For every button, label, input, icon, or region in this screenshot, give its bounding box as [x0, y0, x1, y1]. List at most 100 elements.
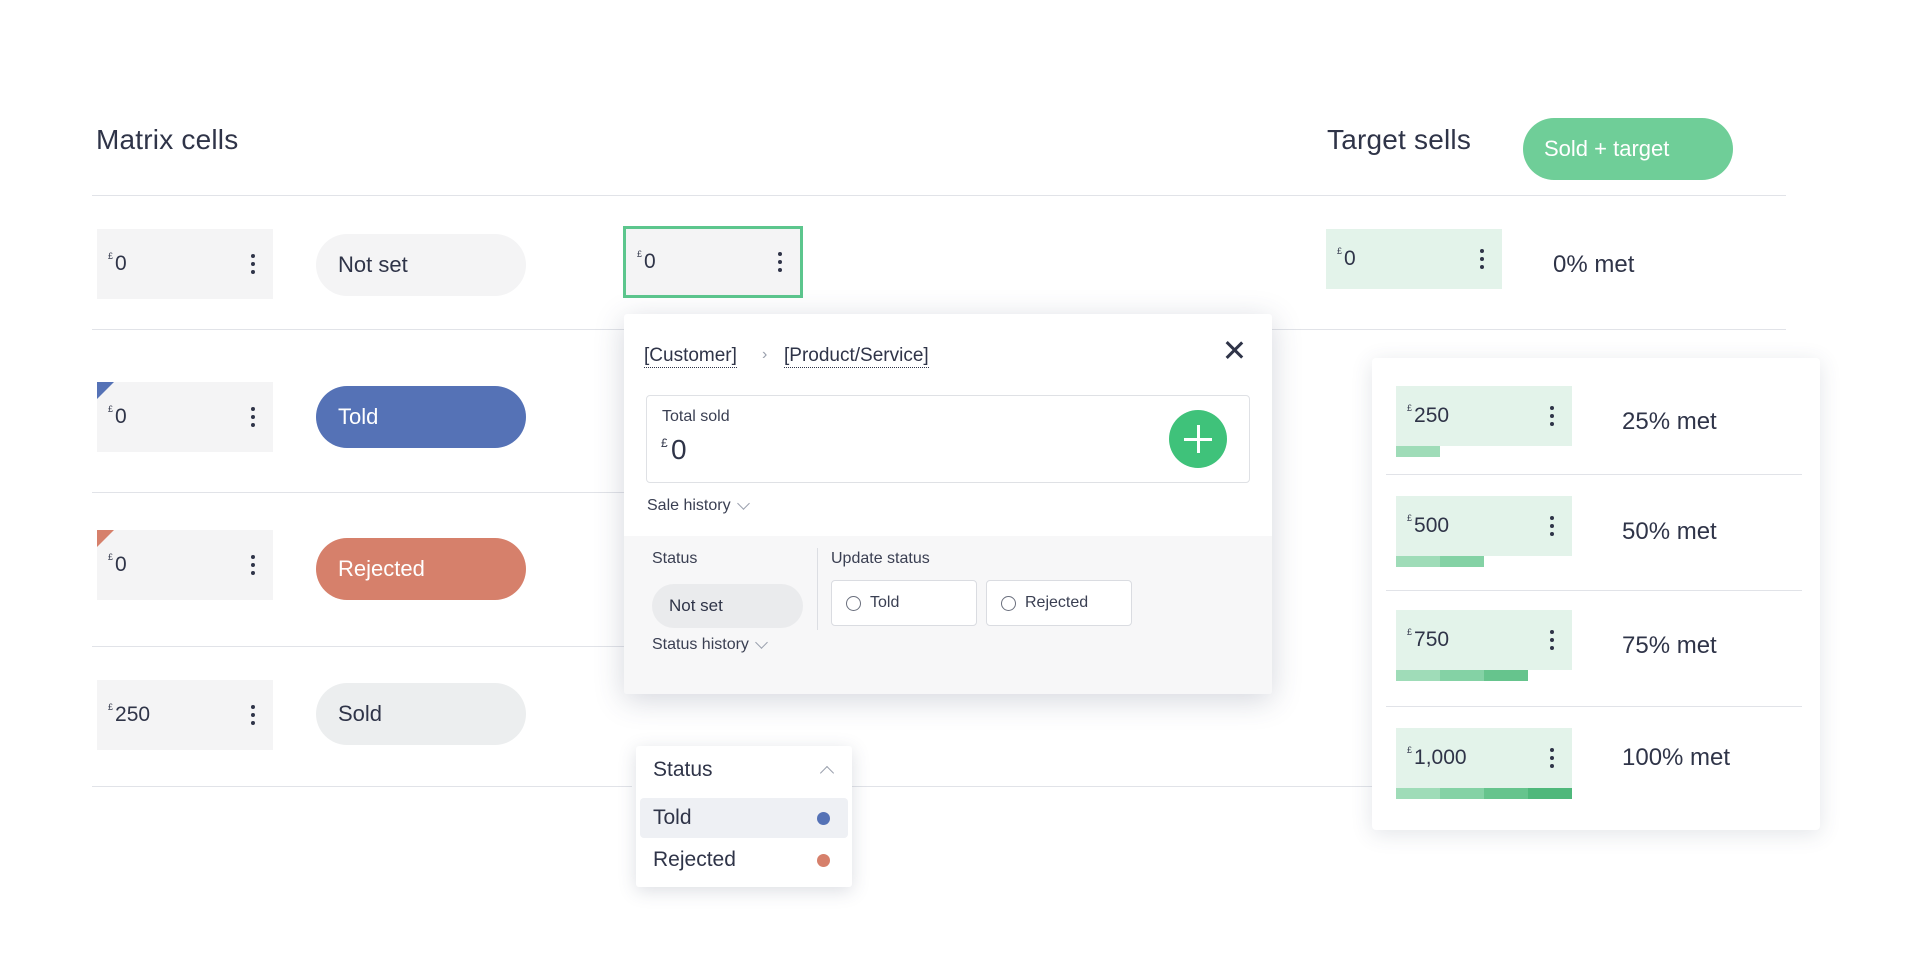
target-met-percent: 50% met — [1622, 518, 1717, 545]
target-value-cell[interactable]: £ 1,000 — [1396, 728, 1572, 788]
progress-segment — [1396, 670, 1440, 681]
divider — [92, 195, 1786, 196]
more-options-icon[interactable] — [251, 254, 255, 274]
progress-bar — [1396, 670, 1572, 681]
sale-history-toggle[interactable]: Sale history — [647, 497, 750, 515]
currency-symbol: £ — [1407, 745, 1413, 755]
chevron-up-icon[interactable] — [819, 765, 835, 781]
target-met-percent: 100% met — [1622, 744, 1731, 771]
status-option-label: Told — [870, 594, 900, 611]
matrix-value-cell[interactable]: £ 0 — [97, 530, 273, 600]
cell-value: 500 — [1414, 514, 1450, 537]
breadcrumb-chevron-icon: › — [762, 346, 768, 363]
cell-value: 0 — [115, 252, 127, 275]
dropdown-item-told[interactable]: Told — [640, 798, 848, 838]
currency-symbol: £ — [1407, 627, 1413, 637]
radio-icon — [1001, 595, 1016, 611]
sale-history-label: Sale history — [647, 497, 731, 514]
progress-segment — [1396, 446, 1440, 457]
more-options-icon[interactable] — [251, 705, 255, 725]
status-history-toggle[interactable]: Status history — [652, 636, 768, 654]
active-matrix-cell[interactable]: £ 0 — [623, 226, 803, 298]
progress-segment — [1528, 788, 1572, 799]
status-color-dot — [817, 854, 830, 867]
chevron-down-icon — [755, 636, 768, 649]
status-pill-told[interactable]: Told — [316, 386, 526, 448]
status-corner-marker — [97, 382, 114, 399]
target-value-cell[interactable]: £ 0 — [1326, 229, 1502, 289]
more-options-icon[interactable] — [778, 252, 782, 272]
status-option-label: Rejected — [1025, 594, 1089, 611]
sold-target-legend: Sold + target — [1523, 118, 1733, 180]
more-options-icon[interactable] — [1550, 748, 1554, 768]
cell-value: 0 — [115, 405, 127, 428]
currency-symbol: £ — [661, 436, 668, 450]
currency-symbol: £ — [108, 702, 114, 712]
target-met-percent: 0% met — [1553, 251, 1635, 278]
currency-symbol: £ — [108, 404, 114, 414]
more-options-icon[interactable] — [251, 555, 255, 575]
progress-bar — [1396, 788, 1572, 799]
target-value-cell[interactable]: £ 500 — [1396, 496, 1572, 556]
status-dropdown-label: Status — [653, 758, 713, 781]
status-option-told[interactable]: Told — [831, 580, 977, 626]
progress-segment — [1440, 670, 1484, 681]
matrix-value-cell[interactable]: £ 0 — [97, 229, 273, 299]
more-options-icon[interactable] — [1480, 249, 1484, 269]
progress-segment — [1484, 788, 1528, 799]
target-met-percent: 25% met — [1622, 408, 1717, 435]
currency-symbol: £ — [1407, 403, 1413, 413]
target-value-cell[interactable]: £ 750 — [1396, 610, 1572, 670]
target-met-percent: 75% met — [1622, 632, 1717, 659]
divider — [1386, 474, 1802, 475]
dropdown-item-label: Told — [653, 806, 692, 829]
status-option-rejected[interactable]: Rejected — [986, 580, 1132, 626]
progress-segment — [1396, 788, 1440, 799]
breadcrumb-product-service[interactable]: [Product/Service] — [784, 345, 929, 368]
progress-bar — [1396, 446, 1572, 457]
status-corner-marker — [97, 530, 114, 547]
add-sale-button[interactable] — [1169, 410, 1227, 468]
progress-segment — [1440, 556, 1484, 567]
cell-value: 750 — [1414, 628, 1450, 651]
currency-symbol: £ — [637, 249, 643, 259]
more-options-icon[interactable] — [1550, 630, 1554, 650]
status-pill-not-set[interactable]: Not set — [316, 234, 526, 296]
currency-symbol: £ — [108, 251, 114, 261]
total-sold-field[interactable]: Total sold £ 0 — [646, 395, 1250, 483]
status-pill-sold[interactable]: Sold — [316, 683, 526, 745]
current-status-pill: Not set — [652, 584, 803, 628]
total-sold-label: Total sold — [662, 408, 730, 425]
total-sold-value: 0 — [671, 434, 687, 465]
matrix-value-cell[interactable]: £ 0 — [97, 382, 273, 452]
matrix-value-cell[interactable]: £ 250 — [97, 680, 273, 750]
divider — [92, 646, 632, 647]
currency-symbol: £ — [1407, 513, 1413, 523]
close-icon[interactable] — [1222, 338, 1246, 362]
target-sells-heading: Target sells — [1327, 124, 1472, 155]
cell-value: 0 — [644, 250, 656, 273]
more-options-icon[interactable] — [251, 407, 255, 427]
breadcrumb-customer[interactable]: [Customer] — [644, 345, 737, 368]
status-history-label: Status history — [652, 636, 749, 653]
status-label: Status — [652, 550, 698, 567]
progress-segment — [1396, 556, 1440, 567]
status-pill-rejected[interactable]: Rejected — [316, 538, 526, 600]
more-options-icon[interactable] — [1550, 406, 1554, 426]
cell-detail-popover: [Customer] › [Product/Service] Total sol… — [624, 314, 1272, 694]
divider — [1386, 706, 1802, 707]
dropdown-item-rejected[interactable]: Rejected — [640, 840, 848, 880]
more-options-icon[interactable] — [1550, 516, 1554, 536]
matrix-cells-heading: Matrix cells — [96, 124, 239, 155]
cell-value: 1,000 — [1414, 746, 1467, 769]
target-value-cell[interactable]: £ 250 — [1396, 386, 1572, 446]
radio-icon — [846, 595, 861, 611]
status-dropdown[interactable]: Status Told Rejected — [636, 746, 852, 887]
divider — [92, 492, 632, 493]
currency-symbol: £ — [108, 552, 114, 562]
target-progress-card: £ 250 25% met £ 500 50% met £ 750 75% me… — [1372, 358, 1820, 830]
progress-bar — [1396, 556, 1572, 567]
divider — [92, 786, 632, 787]
currency-symbol: £ — [1337, 246, 1343, 256]
progress-segment — [1484, 670, 1528, 681]
